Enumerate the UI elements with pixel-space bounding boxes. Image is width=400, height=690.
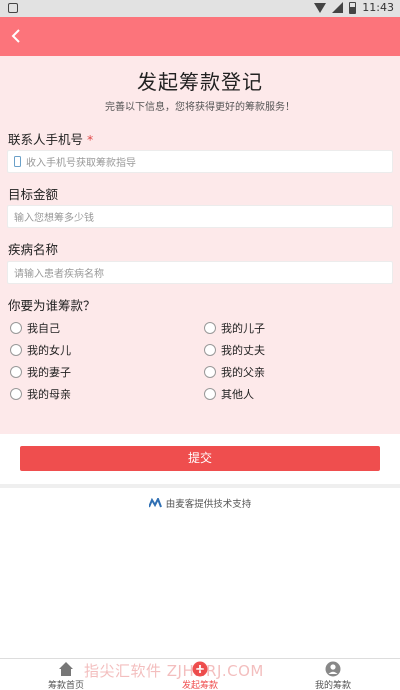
radio-circle — [10, 322, 22, 334]
bottom-tab-bar: 筹款首页 发起筹款 我的筹款 — [0, 658, 400, 690]
radio-circle — [204, 388, 216, 400]
signal-icon — [332, 2, 344, 13]
section-divider — [0, 484, 400, 488]
tab-home[interactable]: 筹款首页 — [26, 661, 106, 690]
radio-circle — [10, 388, 22, 400]
radio-option-father[interactable]: 我的父亲 — [204, 364, 265, 380]
phone-input[interactable]: 收入手机号获取筹款指导 — [7, 150, 393, 173]
submit-button[interactable]: 提交 — [20, 446, 380, 471]
powered-by: 由麦客提供技术支持 — [0, 496, 400, 510]
radio-circle — [204, 322, 216, 334]
disease-label: 疾病名称 — [8, 242, 59, 257]
phone-placeholder: 收入手机号获取筹款指导 — [26, 158, 136, 169]
radio-option-daughter[interactable]: 我的女儿 — [10, 342, 71, 358]
required-mark: * — [87, 132, 94, 147]
radio-option-son[interactable]: 我的儿子 — [204, 320, 265, 336]
status-bar: 11:43 — [0, 0, 400, 17]
disease-input[interactable]: 请输入患者疾病名称 — [7, 261, 393, 284]
tab-my-fundraising[interactable]: 我的筹款 — [293, 661, 373, 690]
mikecrm-logo-icon — [148, 498, 162, 508]
amount-placeholder: 输入您想筹多少钱 — [14, 213, 94, 224]
user-icon — [325, 661, 341, 677]
plus-circle-icon — [192, 661, 208, 677]
radio-circle — [204, 344, 216, 356]
radio-option-wife[interactable]: 我的妻子 — [10, 364, 71, 380]
radio-option-husband[interactable]: 我的丈夫 — [204, 342, 265, 358]
radio-circle — [10, 366, 22, 378]
page-subtitle: 完善以下信息，您将获得更好的筹款服务！ — [105, 102, 295, 113]
submit-area: 提交 — [0, 434, 400, 484]
beneficiary-question: 你要为谁筹款？ — [8, 298, 96, 313]
top-nav-bar — [0, 17, 400, 56]
back-arrow-icon[interactable] — [8, 27, 26, 45]
phone-icon — [14, 156, 21, 167]
radio-circle — [10, 344, 22, 356]
amount-label: 目标金额 — [8, 187, 59, 202]
radio-option-self[interactable]: 我自己 — [10, 320, 60, 336]
wifi-icon — [314, 2, 327, 13]
battery-icon — [349, 1, 357, 14]
registration-form: 发起筹款登记 完善以下信息，您将获得更好的筹款服务！ 联系人手机号 * 收入手机号… — [0, 56, 400, 434]
tab-start-fundraising[interactable]: 发起筹款 — [160, 661, 240, 690]
notification-app-icon — [8, 3, 18, 13]
radio-circle — [204, 366, 216, 378]
disease-placeholder: 请输入患者疾病名称 — [14, 269, 104, 280]
status-indicators: 11:43 — [314, 1, 394, 14]
radio-option-mother[interactable]: 我的母亲 — [10, 386, 71, 402]
home-icon — [59, 662, 73, 676]
page-title: 发起筹款登记 — [137, 70, 263, 94]
amount-input[interactable]: 输入您想筹多少钱 — [7, 205, 393, 228]
powered-by-text: 由麦客提供技术支持 — [165, 499, 252, 510]
radio-option-other[interactable]: 其他人 — [204, 386, 254, 402]
status-time: 11:43 — [362, 1, 394, 14]
phone-label: 联系人手机号 * — [8, 132, 94, 147]
